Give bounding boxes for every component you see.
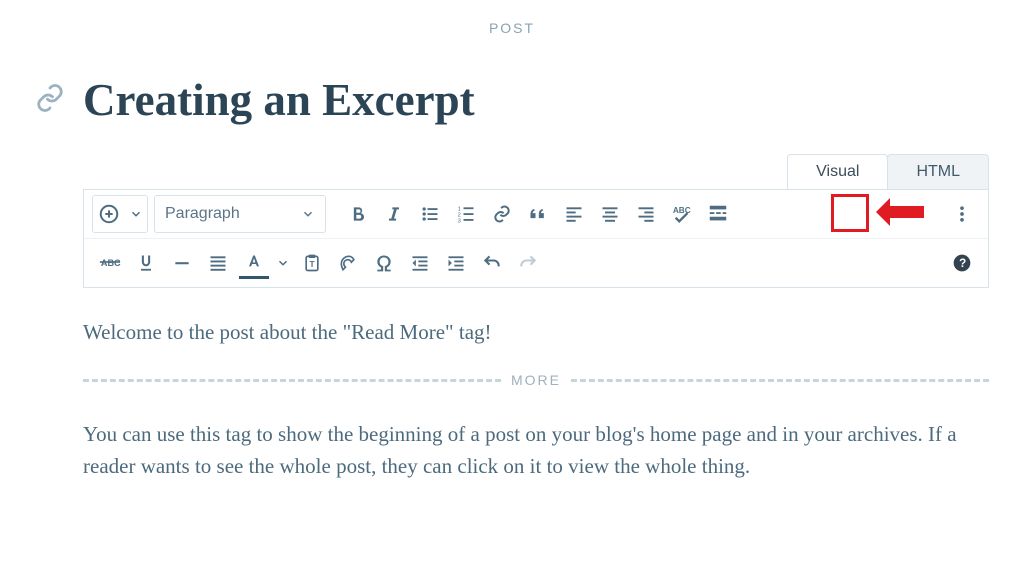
- insert-block-group: [92, 195, 148, 233]
- content-paragraph: Welcome to the post about the "Read More…: [83, 316, 989, 349]
- align-center-button[interactable]: [592, 196, 628, 232]
- strikethrough-button[interactable]: ABC: [92, 245, 128, 281]
- undo-button[interactable]: [474, 245, 510, 281]
- tab-visual[interactable]: Visual: [787, 154, 888, 189]
- toolbar-overflow-button[interactable]: [944, 196, 980, 232]
- indent-button[interactable]: [438, 245, 474, 281]
- redo-button[interactable]: [510, 245, 546, 281]
- content-paragraph: You can use this tag to show the beginni…: [83, 418, 989, 483]
- align-right-button[interactable]: [628, 196, 664, 232]
- bullet-list-button[interactable]: [412, 196, 448, 232]
- clear-formatting-button[interactable]: [330, 245, 366, 281]
- svg-text:T: T: [310, 259, 315, 269]
- editor-mode-tabs: Visual HTML: [83, 154, 989, 189]
- align-left-button[interactable]: [556, 196, 592, 232]
- post-type-label: POST: [35, 20, 989, 36]
- annotation-arrow: [876, 198, 924, 226]
- svg-text:?: ?: [959, 257, 966, 270]
- add-block-menu[interactable]: [125, 197, 147, 231]
- post-title[interactable]: Creating an Excerpt: [83, 76, 475, 126]
- read-more-label: MORE: [511, 370, 561, 392]
- add-block-button[interactable]: [93, 197, 125, 231]
- editor-toolbar: Paragraph 123: [83, 189, 989, 288]
- outdent-button[interactable]: [402, 245, 438, 281]
- italic-button[interactable]: [376, 196, 412, 232]
- editor-content[interactable]: Welcome to the post about the "Read More…: [83, 288, 989, 483]
- help-button[interactable]: ?: [944, 245, 980, 281]
- annotation-highlight: [831, 194, 869, 232]
- horizontal-rule-button[interactable]: [164, 245, 200, 281]
- read-more-button[interactable]: [700, 196, 736, 232]
- text-color-menu[interactable]: [272, 245, 294, 281]
- align-justify-button[interactable]: [200, 245, 236, 281]
- bold-button[interactable]: [340, 196, 376, 232]
- permalink-icon[interactable]: [35, 83, 65, 118]
- paste-plain-button[interactable]: T: [294, 245, 330, 281]
- block-format-select[interactable]: Paragraph: [154, 195, 326, 233]
- blockquote-button[interactable]: [520, 196, 556, 232]
- block-format-value: Paragraph: [165, 205, 240, 223]
- underline-button[interactable]: [128, 245, 164, 281]
- numbered-list-button[interactable]: 123: [448, 196, 484, 232]
- text-color-button[interactable]: [236, 245, 272, 281]
- special-character-button[interactable]: [366, 245, 402, 281]
- read-more-divider[interactable]: MORE: [83, 370, 989, 392]
- tab-html[interactable]: HTML: [887, 154, 989, 189]
- insert-link-button[interactable]: [484, 196, 520, 232]
- svg-text:3: 3: [458, 218, 461, 224]
- spellcheck-button[interactable]: ABC: [664, 196, 700, 232]
